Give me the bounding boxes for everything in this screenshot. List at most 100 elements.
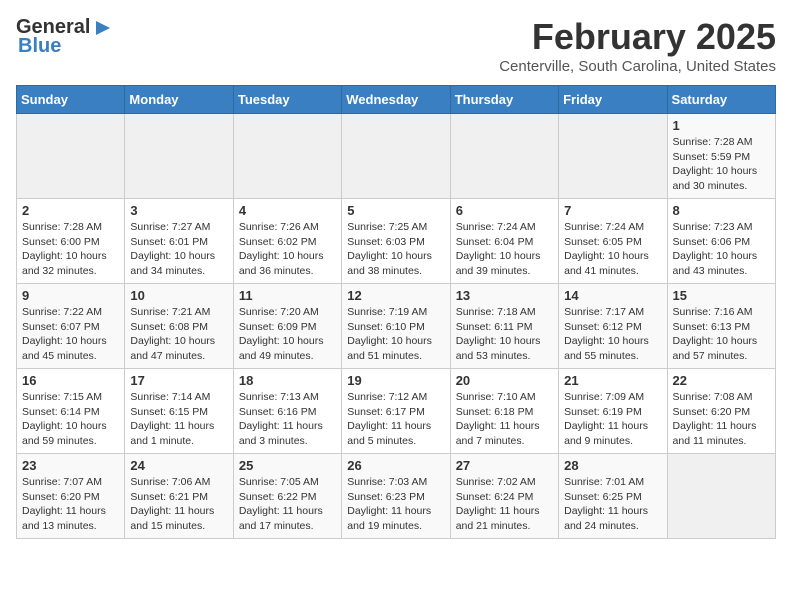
day-number: 23 [22, 458, 119, 473]
page-header: General Blue February 2025 Centerville, … [16, 16, 776, 75]
calendar-cell: 15 Sunrise: 7:16 AM Sunset: 6:13 PM Dayli… [667, 284, 775, 369]
calendar-cell: 17Sunrise: 7:14 AM Sunset: 6:15 PM Dayli… [125, 369, 233, 454]
calendar-cell: 28 Sunrise: 7:01 AM Sunset: 6:25 PM Dayli… [559, 454, 667, 539]
day-number: 14 [564, 288, 661, 303]
calendar-cell: 21 Sunrise: 7:09 AM Sunset: 6:19 PM Dayli… [559, 369, 667, 454]
day-info: Sunrise: 7:27 AM Sunset: 6:01 PM Dayligh… [130, 220, 227, 279]
column-header-wednesday: Wednesday [342, 86, 450, 114]
day-number: 8 [673, 203, 770, 218]
calendar-week-row: 9 Sunrise: 7:22 AM Sunset: 6:07 PM Daylig… [17, 284, 776, 369]
calendar-header-row: SundayMondayTuesdayWednesdayThursdayFrid… [17, 86, 776, 114]
calendar-cell: 26 Sunrise: 7:03 AM Sunset: 6:23 PM Dayli… [342, 454, 450, 539]
day-number: 3 [130, 203, 227, 218]
day-number: 18 [239, 373, 336, 388]
calendar-cell: 8 Sunrise: 7:23 AM Sunset: 6:06 PM Daylig… [667, 199, 775, 284]
calendar-cell: 22 Sunrise: 7:08 AM Sunset: 6:20 PM Dayli… [667, 369, 775, 454]
calendar-cell: 16 Sunrise: 7:15 AM Sunset: 6:14 PM Dayli… [17, 369, 125, 454]
day-number: 16 [22, 373, 119, 388]
day-info: Sunrise: 7:15 AM Sunset: 6:14 PM Dayligh… [22, 390, 119, 449]
logo: General Blue [16, 16, 114, 58]
day-number: 21 [564, 373, 661, 388]
calendar-cell: 2Sunrise: 7:28 AM Sunset: 6:00 PM Daylig… [17, 199, 125, 284]
day-info: Sunrise: 7:10 AM Sunset: 6:18 PM Dayligh… [456, 390, 553, 449]
column-header-tuesday: Tuesday [233, 86, 341, 114]
calendar-cell: 27 Sunrise: 7:02 AM Sunset: 6:24 PM Dayli… [450, 454, 558, 539]
column-header-thursday: Thursday [450, 86, 558, 114]
day-info: Sunrise: 7:09 AM Sunset: 6:19 PM Dayligh… [564, 390, 661, 449]
calendar-cell: 18 Sunrise: 7:13 AM Sunset: 6:16 PM Dayli… [233, 369, 341, 454]
day-number: 13 [456, 288, 553, 303]
day-number: 27 [456, 458, 553, 473]
calendar-cell: 19 Sunrise: 7:12 AM Sunset: 6:17 PM Dayli… [342, 369, 450, 454]
calendar-cell: 7 Sunrise: 7:24 AM Sunset: 6:05 PM Daylig… [559, 199, 667, 284]
calendar-cell: 25Sunrise: 7:05 AM Sunset: 6:22 PM Dayli… [233, 454, 341, 539]
day-number: 4 [239, 203, 336, 218]
calendar-cell: 11 Sunrise: 7:20 AM Sunset: 6:09 PM Dayli… [233, 284, 341, 369]
column-header-friday: Friday [559, 86, 667, 114]
day-info: Sunrise: 7:18 AM Sunset: 6:11 PM Dayligh… [456, 305, 553, 364]
column-header-monday: Monday [125, 86, 233, 114]
day-info: Sunrise: 7:24 AM Sunset: 6:05 PM Dayligh… [564, 220, 661, 279]
day-number: 24 [130, 458, 227, 473]
calendar-cell [450, 114, 558, 199]
day-info: Sunrise: 7:16 AM Sunset: 6:13 PM Dayligh… [673, 305, 770, 364]
day-number: 12 [347, 288, 444, 303]
calendar-cell [559, 114, 667, 199]
calendar-week-row: 1 Sunrise: 7:28 AM Sunset: 5:59 PM Daylig… [17, 114, 776, 199]
day-info: Sunrise: 7:05 AM Sunset: 6:22 PM Dayligh… [239, 475, 336, 534]
day-number: 20 [456, 373, 553, 388]
day-info: Sunrise: 7:28 AM Sunset: 5:59 PM Dayligh… [673, 135, 770, 194]
day-info: Sunrise: 7:21 AM Sunset: 6:08 PM Dayligh… [130, 305, 227, 364]
calendar-cell [233, 114, 341, 199]
day-info: Sunrise: 7:28 AM Sunset: 6:00 PM Dayligh… [22, 220, 119, 279]
day-info: Sunrise: 7:03 AM Sunset: 6:23 PM Dayligh… [347, 475, 444, 534]
day-info: Sunrise: 7:17 AM Sunset: 6:12 PM Dayligh… [564, 305, 661, 364]
calendar-cell: 23Sunrise: 7:07 AM Sunset: 6:20 PM Dayli… [17, 454, 125, 539]
day-info: Sunrise: 7:13 AM Sunset: 6:16 PM Dayligh… [239, 390, 336, 449]
day-number: 26 [347, 458, 444, 473]
location-subtitle: Centerville, South Carolina, United Stat… [499, 58, 776, 75]
day-number: 6 [456, 203, 553, 218]
day-number: 7 [564, 203, 661, 218]
day-number: 19 [347, 373, 444, 388]
column-header-sunday: Sunday [17, 86, 125, 114]
day-info: Sunrise: 7:26 AM Sunset: 6:02 PM Dayligh… [239, 220, 336, 279]
calendar-week-row: 16 Sunrise: 7:15 AM Sunset: 6:14 PM Dayli… [17, 369, 776, 454]
calendar-week-row: 23Sunrise: 7:07 AM Sunset: 6:20 PM Dayli… [17, 454, 776, 539]
day-number: 11 [239, 288, 336, 303]
calendar-cell: 24Sunrise: 7:06 AM Sunset: 6:21 PM Dayli… [125, 454, 233, 539]
day-info: Sunrise: 7:12 AM Sunset: 6:17 PM Dayligh… [347, 390, 444, 449]
day-number: 28 [564, 458, 661, 473]
month-title: February 2025 [499, 16, 776, 58]
day-number: 17 [130, 373, 227, 388]
day-number: 5 [347, 203, 444, 218]
calendar-cell: 1 Sunrise: 7:28 AM Sunset: 5:59 PM Daylig… [667, 114, 775, 199]
calendar-cell [667, 454, 775, 539]
column-header-saturday: Saturday [667, 86, 775, 114]
logo-arrow-icon [92, 17, 114, 39]
calendar-week-row: 2Sunrise: 7:28 AM Sunset: 6:00 PM Daylig… [17, 199, 776, 284]
day-info: Sunrise: 7:23 AM Sunset: 6:06 PM Dayligh… [673, 220, 770, 279]
calendar-cell [125, 114, 233, 199]
calendar-cell: 20 Sunrise: 7:10 AM Sunset: 6:18 PM Dayli… [450, 369, 558, 454]
day-number: 15 [673, 288, 770, 303]
day-info: Sunrise: 7:22 AM Sunset: 6:07 PM Dayligh… [22, 305, 119, 364]
day-info: Sunrise: 7:25 AM Sunset: 6:03 PM Dayligh… [347, 220, 444, 279]
day-number: 9 [22, 288, 119, 303]
calendar-cell: 4 Sunrise: 7:26 AM Sunset: 6:02 PM Daylig… [233, 199, 341, 284]
day-number: 10 [130, 288, 227, 303]
calendar-cell: 13 Sunrise: 7:18 AM Sunset: 6:11 PM Dayli… [450, 284, 558, 369]
calendar-cell: 5 Sunrise: 7:25 AM Sunset: 6:03 PM Daylig… [342, 199, 450, 284]
day-info: Sunrise: 7:20 AM Sunset: 6:09 PM Dayligh… [239, 305, 336, 364]
calendar-cell: 6 Sunrise: 7:24 AM Sunset: 6:04 PM Daylig… [450, 199, 558, 284]
day-number: 1 [673, 118, 770, 133]
day-info: Sunrise: 7:01 AM Sunset: 6:25 PM Dayligh… [564, 475, 661, 534]
calendar-cell: 12 Sunrise: 7:19 AM Sunset: 6:10 PM Dayli… [342, 284, 450, 369]
day-info: Sunrise: 7:08 AM Sunset: 6:20 PM Dayligh… [673, 390, 770, 449]
day-info: Sunrise: 7:02 AM Sunset: 6:24 PM Dayligh… [456, 475, 553, 534]
calendar-cell [17, 114, 125, 199]
calendar-table: SundayMondayTuesdayWednesdayThursdayFrid… [16, 85, 776, 539]
day-info: Sunrise: 7:19 AM Sunset: 6:10 PM Dayligh… [347, 305, 444, 364]
day-number: 22 [673, 373, 770, 388]
day-info: Sunrise: 7:24 AM Sunset: 6:04 PM Dayligh… [456, 220, 553, 279]
